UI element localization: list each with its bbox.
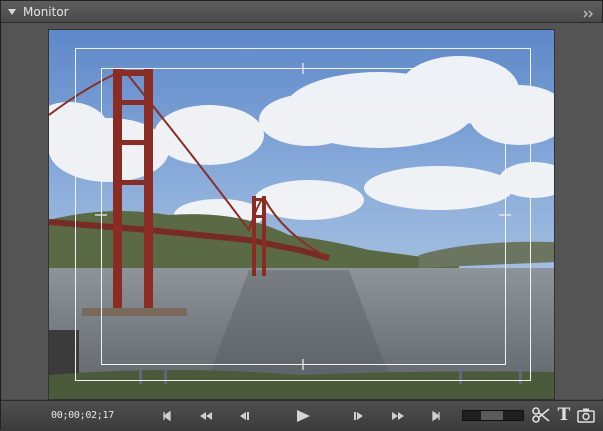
play-icon[interactable]	[294, 407, 312, 425]
panel-titlebar: Monitor	[1, 1, 602, 23]
go-to-in-icon[interactable]	[159, 407, 177, 425]
step-back-icon[interactable]	[235, 407, 253, 425]
transport-bar: 00;00;02;17 T	[1, 400, 603, 431]
rewind-icon[interactable]	[197, 407, 215, 425]
fast-forward-icon[interactable]	[389, 407, 407, 425]
panel-title: Monitor	[23, 4, 69, 19]
monitor-stage	[2, 23, 603, 400]
shuttle-slider[interactable]	[462, 410, 524, 421]
double-chevron-right-icon[interactable]	[582, 5, 596, 18]
shuttle-knob[interactable]	[481, 411, 503, 420]
text-t-icon[interactable]: T	[555, 405, 573, 425]
camera-icon[interactable]	[577, 406, 595, 424]
monitor-panel: Monitor 00;00;02;17 T	[0, 0, 603, 431]
safe-margin-ticks	[95, 63, 511, 370]
step-forward-icon[interactable]	[350, 407, 368, 425]
scissors-icon[interactable]	[532, 406, 550, 424]
video-preview[interactable]	[48, 29, 555, 400]
timecode-display[interactable]: 00;00;02;17	[51, 410, 114, 421]
triangle-down-icon[interactable]	[7, 7, 17, 17]
go-to-out-icon[interactable]	[426, 407, 444, 425]
